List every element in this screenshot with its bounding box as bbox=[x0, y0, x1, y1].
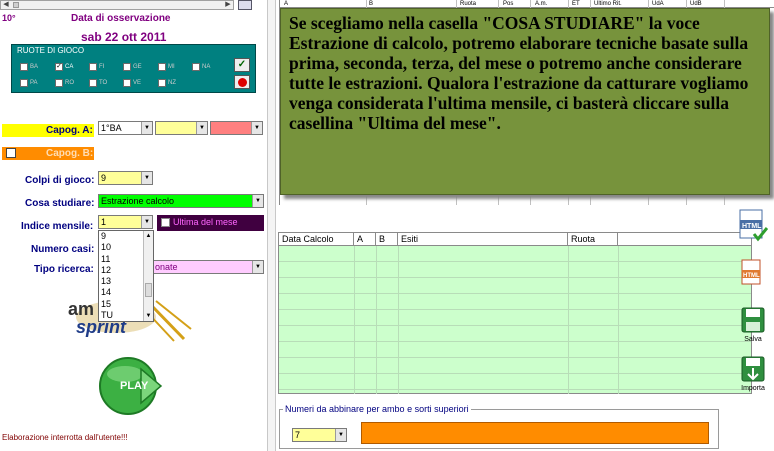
chevron-down-icon[interactable]: ▼ bbox=[196, 122, 207, 134]
cosa-select[interactable]: Estrazione calcolo ▼ bbox=[98, 194, 264, 208]
scroll-thumb[interactable] bbox=[13, 2, 19, 8]
scroll-right-icon[interactable]: ▶ bbox=[223, 1, 233, 9]
wheel-to[interactable]: TO bbox=[89, 77, 119, 88]
svg-text:HTML: HTML bbox=[742, 223, 762, 230]
wheel-ve[interactable]: VE bbox=[123, 77, 153, 88]
cosa-label: Cosa studiare: bbox=[25, 198, 95, 209]
wheel-na[interactable]: NA bbox=[192, 61, 222, 72]
wheel-pa[interactable]: PA bbox=[20, 77, 50, 88]
wheel-fi[interactable]: FI bbox=[89, 61, 119, 72]
col-a[interactable]: A bbox=[354, 233, 376, 245]
checkbox[interactable] bbox=[89, 78, 97, 87]
chevron-down-icon[interactable]: ▼ bbox=[252, 261, 263, 273]
scroll-up-icon[interactable]: ▲ bbox=[145, 232, 152, 240]
chevron-down-icon[interactable]: ▼ bbox=[141, 216, 152, 228]
document-icon[interactable] bbox=[238, 0, 252, 10]
ultima-mese-box: Ultima del mese bbox=[157, 215, 264, 231]
svg-text:am: am bbox=[68, 299, 94, 319]
record-number: 10° bbox=[2, 13, 16, 23]
ambo-select[interactable]: 7 ▼ bbox=[292, 428, 347, 442]
capog-a-select[interactable]: 1°BA ▼ bbox=[98, 121, 153, 135]
chevron-down-icon[interactable]: ▼ bbox=[141, 122, 152, 134]
import-button[interactable]: Importa bbox=[736, 355, 770, 392]
colpi-label: Colpi di gioco: bbox=[25, 175, 95, 186]
checkbox[interactable] bbox=[20, 62, 28, 71]
indice-label: Indice mensile: bbox=[21, 221, 94, 232]
scroll-left-icon[interactable]: ◀ bbox=[1, 1, 11, 9]
panel-divider bbox=[267, 0, 276, 451]
play-label: PLAY bbox=[120, 380, 149, 392]
checkbox[interactable] bbox=[89, 62, 97, 71]
col-data-calcolo[interactable]: Data Calcolo bbox=[279, 233, 354, 245]
import-icon bbox=[741, 356, 765, 382]
wheel-ca[interactable]: ✓ CA bbox=[55, 61, 85, 72]
html-export-button[interactable]: HTML bbox=[736, 208, 770, 246]
col-b[interactable]: B bbox=[376, 233, 398, 245]
chevron-down-icon[interactable]: ▼ bbox=[252, 195, 263, 207]
ambo-numbers-field[interactable] bbox=[361, 422, 709, 444]
indice-select[interactable]: 1 ▼ bbox=[98, 215, 153, 229]
chevron-down-icon[interactable]: ▼ bbox=[251, 122, 262, 134]
capog-a-label: Capog. A: bbox=[46, 125, 93, 136]
colpi-select[interactable]: 9 ▼ bbox=[98, 171, 153, 185]
save-label: Salva bbox=[744, 336, 762, 343]
wheel-ro[interactable]: RO bbox=[55, 77, 85, 88]
clear-all-button[interactable] bbox=[234, 75, 250, 89]
checkbox[interactable] bbox=[123, 78, 131, 87]
esiti-grid-header: Data Calcolo A B Esiti Ruota bbox=[279, 233, 751, 246]
select-all-button[interactable]: ✓ bbox=[234, 58, 250, 72]
tipo-ricerca-label: Tipo ricerca: bbox=[34, 264, 94, 275]
import-label: Importa bbox=[741, 385, 765, 392]
capog-b-checkbox[interactable] bbox=[6, 148, 16, 158]
svg-text:HTML: HTML bbox=[743, 273, 760, 279]
checkbox[interactable] bbox=[55, 78, 63, 87]
results-table-header: A B Ruota Pos A.m. ET Ultimo Rit. UdA Ud… bbox=[280, 0, 774, 8]
scroll-thumb[interactable] bbox=[145, 283, 152, 297]
wheel-ge[interactable]: GE bbox=[123, 61, 153, 72]
chevron-down-icon[interactable]: ▼ bbox=[141, 172, 152, 184]
html-file-button[interactable]: HTML bbox=[736, 258, 770, 290]
checkbox[interactable] bbox=[20, 78, 28, 87]
ambo-legend: Numeri da abbinare per ambo e sorti supe… bbox=[283, 404, 471, 414]
capog-a-select-2[interactable]: ▼ bbox=[155, 121, 208, 135]
check-icon: ✓ bbox=[237, 59, 247, 70]
chevron-down-icon[interactable]: ▼ bbox=[335, 429, 346, 441]
scroll-down-icon[interactable]: ▼ bbox=[145, 312, 152, 320]
col-ruota[interactable]: Ruota bbox=[568, 233, 618, 245]
html-file-icon: HTML bbox=[741, 259, 761, 285]
play-button[interactable]: PLAY bbox=[95, 356, 165, 416]
status-message: Elaborazione interrotta dall'utente!!! bbox=[2, 433, 128, 442]
ultima-mese-checkbox[interactable] bbox=[161, 218, 170, 227]
checkbox[interactable] bbox=[123, 62, 131, 71]
checkbox[interactable] bbox=[158, 78, 166, 87]
esiti-grid: Data Calcolo A B Esiti Ruota bbox=[278, 232, 752, 394]
ruote-title: RUOTE DI GIOCO bbox=[17, 46, 85, 55]
observation-label: Data di osservazione bbox=[71, 13, 171, 24]
checkbox[interactable] bbox=[192, 62, 200, 71]
checkbox-checked[interactable]: ✓ bbox=[55, 62, 63, 71]
checkbox[interactable] bbox=[158, 62, 166, 71]
ultima-mese-label: Ultima del mese bbox=[173, 217, 238, 227]
observation-date: sab 22 ott 2011 bbox=[81, 30, 167, 44]
save-button[interactable]: Salva bbox=[736, 306, 770, 343]
list-scrollbar[interactable]: ▲ ▼ bbox=[143, 231, 153, 321]
top-scrollbar[interactable]: ◀ ▶ bbox=[0, 0, 234, 10]
indice-dropdown-list[interactable]: 9 10 11 12 13 14 15 TU ▲ ▼ bbox=[98, 230, 154, 322]
capog-b-label: Capog. B: bbox=[46, 148, 94, 159]
info-note: Se scegliamo nella casella "COSA STUDIAR… bbox=[280, 8, 770, 195]
forbidden-icon bbox=[238, 78, 247, 87]
floppy-save-icon bbox=[741, 307, 765, 333]
wheel-mi[interactable]: MI bbox=[158, 61, 188, 72]
wheel-ba[interactable]: BA bbox=[20, 61, 50, 72]
numero-casi-label: Numero casi: bbox=[31, 244, 95, 255]
wheel-nz[interactable]: NZ bbox=[158, 77, 188, 88]
capog-a-select-3[interactable]: ▼ bbox=[210, 121, 263, 135]
col-esiti[interactable]: Esiti bbox=[398, 233, 568, 245]
html-export-icon: HTML bbox=[739, 209, 769, 242]
